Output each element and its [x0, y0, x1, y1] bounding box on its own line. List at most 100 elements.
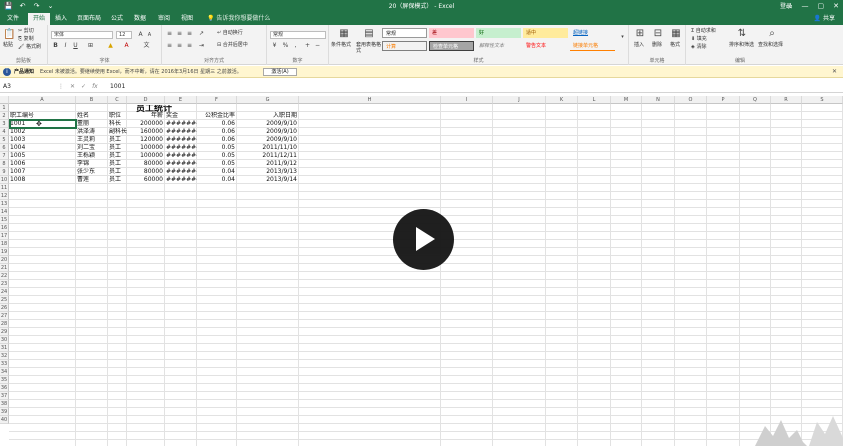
style-hyperlink[interactable]: 超链接: [570, 28, 615, 38]
format-as-table-button[interactable]: 套用表格格式: [356, 42, 384, 54]
data-cell[interactable]: 2009/9/10: [238, 120, 299, 128]
play-icon[interactable]: [393, 209, 454, 270]
ribbon-display-icon[interactable]: ▭: [786, 1, 793, 11]
row-header[interactable]: 26: [0, 304, 9, 312]
column-header-s[interactable]: S: [802, 96, 843, 104]
data-cell[interactable]: ########: [166, 152, 197, 160]
phonetic-icon[interactable]: 文: [142, 42, 151, 50]
data-cell[interactable]: 洪泽涛: [77, 128, 108, 136]
column-header-i[interactable]: I: [441, 96, 493, 104]
tab-file[interactable]: 文件: [2, 13, 24, 25]
row-header[interactable]: 21: [0, 264, 9, 272]
data-cell[interactable]: 80000: [128, 168, 165, 176]
data-cell[interactable]: 2013/9/14: [238, 176, 299, 184]
insert-cells-icon[interactable]: ⊞: [634, 28, 646, 40]
worksheet-grid[interactable]: 员工统计 职工编号 姓名 职位 年薪 奖金 公积金比率 入职日期 1001 董丽 科长 200000…: [9, 104, 843, 446]
data-cell[interactable]: 王灵莉: [77, 136, 108, 144]
row-header[interactable]: 36: [0, 384, 9, 392]
fill-color-icon[interactable]: ▲: [106, 42, 115, 50]
row-header[interactable]: 18: [0, 240, 9, 248]
data-cell[interactable]: ########: [166, 176, 197, 184]
align-left-icon[interactable]: ≡: [165, 42, 174, 50]
style-neutral[interactable]: 适中: [523, 28, 568, 38]
data-cell[interactable]: 刘二宝: [77, 144, 108, 152]
increase-decimal-icon[interactable]: +: [303, 42, 312, 50]
header-cell[interactable]: 公积金比率: [198, 112, 237, 120]
data-cell[interactable]: 0.04: [198, 176, 237, 184]
more-icon[interactable]: ⋮: [58, 82, 64, 91]
data-cell[interactable]: 100000: [128, 152, 165, 160]
header-cell[interactable]: 奖金: [166, 112, 197, 120]
data-cell[interactable]: 2011/11/10: [238, 144, 299, 152]
paste-button[interactable]: 粘贴: [3, 42, 13, 49]
sort-filter-button[interactable]: 排序和筛选: [729, 42, 754, 49]
tab-formulas[interactable]: 公式: [108, 13, 126, 25]
style-bad[interactable]: 差: [429, 28, 474, 38]
comma-icon[interactable]: ,: [291, 42, 300, 50]
conditional-format-icon[interactable]: ▦: [338, 28, 350, 40]
activate-button[interactable]: 激活(A): [263, 68, 297, 76]
row-header[interactable]: 16: [0, 224, 9, 232]
data-cell[interactable]: 1005: [10, 152, 76, 160]
find-select-icon[interactable]: ⌕: [766, 28, 778, 40]
minimize-button[interactable]: —: [802, 1, 809, 11]
data-cell[interactable]: 员工: [109, 160, 127, 168]
row-header[interactable]: 37: [0, 392, 9, 400]
data-cell[interactable]: 员工: [109, 168, 127, 176]
column-header-a[interactable]: A: [9, 96, 76, 104]
data-cell[interactable]: 0.06: [198, 136, 237, 144]
align-right-icon[interactable]: ≡: [185, 42, 194, 50]
insert-function-icon[interactable]: fx: [92, 82, 98, 91]
row-header[interactable]: 27: [0, 312, 9, 320]
copy-button[interactable]: ⎘ 复制: [18, 36, 34, 43]
column-header-h[interactable]: H: [299, 96, 441, 104]
clear-button[interactable]: ◈ 清除: [691, 44, 706, 51]
header-cell[interactable]: 职位: [109, 112, 127, 120]
data-cell[interactable]: 1008: [10, 176, 76, 184]
data-cell[interactable]: 100000: [128, 144, 165, 152]
font-name-select[interactable]: 宋体: [51, 31, 113, 39]
data-cell[interactable]: ########: [166, 160, 197, 168]
close-notice-icon[interactable]: ✕: [832, 66, 837, 78]
tell-me-search[interactable]: 💡 告诉我你想要做什么: [207, 13, 270, 25]
italic-icon[interactable]: I: [61, 42, 70, 50]
data-cell[interactable]: 2013/9/13: [238, 168, 299, 176]
data-cell[interactable]: 副科长: [109, 128, 127, 136]
autosum-button[interactable]: Σ 自动求和: [691, 28, 716, 35]
data-cell[interactable]: ########: [166, 120, 197, 128]
data-cell[interactable]: 120000: [128, 136, 165, 144]
data-cell[interactable]: 1007: [10, 168, 76, 176]
data-cell[interactable]: 200000: [128, 120, 165, 128]
data-cell[interactable]: 曹莲: [77, 176, 108, 184]
header-cell[interactable]: 入职日期: [238, 112, 299, 120]
data-cell[interactable]: 80000: [128, 160, 165, 168]
data-cell[interactable]: 0.05: [198, 144, 237, 152]
header-cell[interactable]: 姓名: [77, 112, 108, 120]
column-header-b[interactable]: B: [76, 96, 108, 104]
row-header[interactable]: 14: [0, 208, 9, 216]
format-cells-icon[interactable]: ▦: [670, 28, 682, 40]
data-cell[interactable]: 2009/9/10: [238, 128, 299, 136]
row-header[interactable]: 39: [0, 408, 9, 416]
row-header[interactable]: 13: [0, 200, 9, 208]
decrease-decimal-icon[interactable]: −: [313, 42, 322, 50]
data-cell[interactable]: 0.06: [198, 128, 237, 136]
row-header[interactable]: 22: [0, 272, 9, 280]
row-header[interactable]: 38: [0, 400, 9, 408]
align-center-icon[interactable]: ≡: [175, 42, 184, 50]
style-calculation[interactable]: 计算: [382, 41, 427, 51]
formula-input[interactable]: 1001: [110, 82, 125, 91]
data-cell[interactable]: 1002: [10, 128, 76, 136]
column-header-g[interactable]: G: [237, 96, 299, 104]
cancel-icon[interactable]: ✕: [70, 82, 75, 91]
delete-cells-icon[interactable]: ⊟: [652, 28, 664, 40]
merge-center-button[interactable]: ⊟ 合并后居中: [217, 42, 248, 49]
row-header[interactable]: 19: [0, 248, 9, 256]
tab-home[interactable]: 开始: [28, 13, 50, 25]
row-header[interactable]: 12: [0, 192, 9, 200]
enter-icon[interactable]: ✓: [81, 82, 86, 91]
data-cell[interactable]: 董丽: [77, 120, 108, 128]
share-button[interactable]: 👤 共享: [814, 13, 835, 25]
name-box[interactable]: A3: [2, 82, 42, 91]
cut-button[interactable]: ✂ 剪切: [18, 28, 34, 35]
